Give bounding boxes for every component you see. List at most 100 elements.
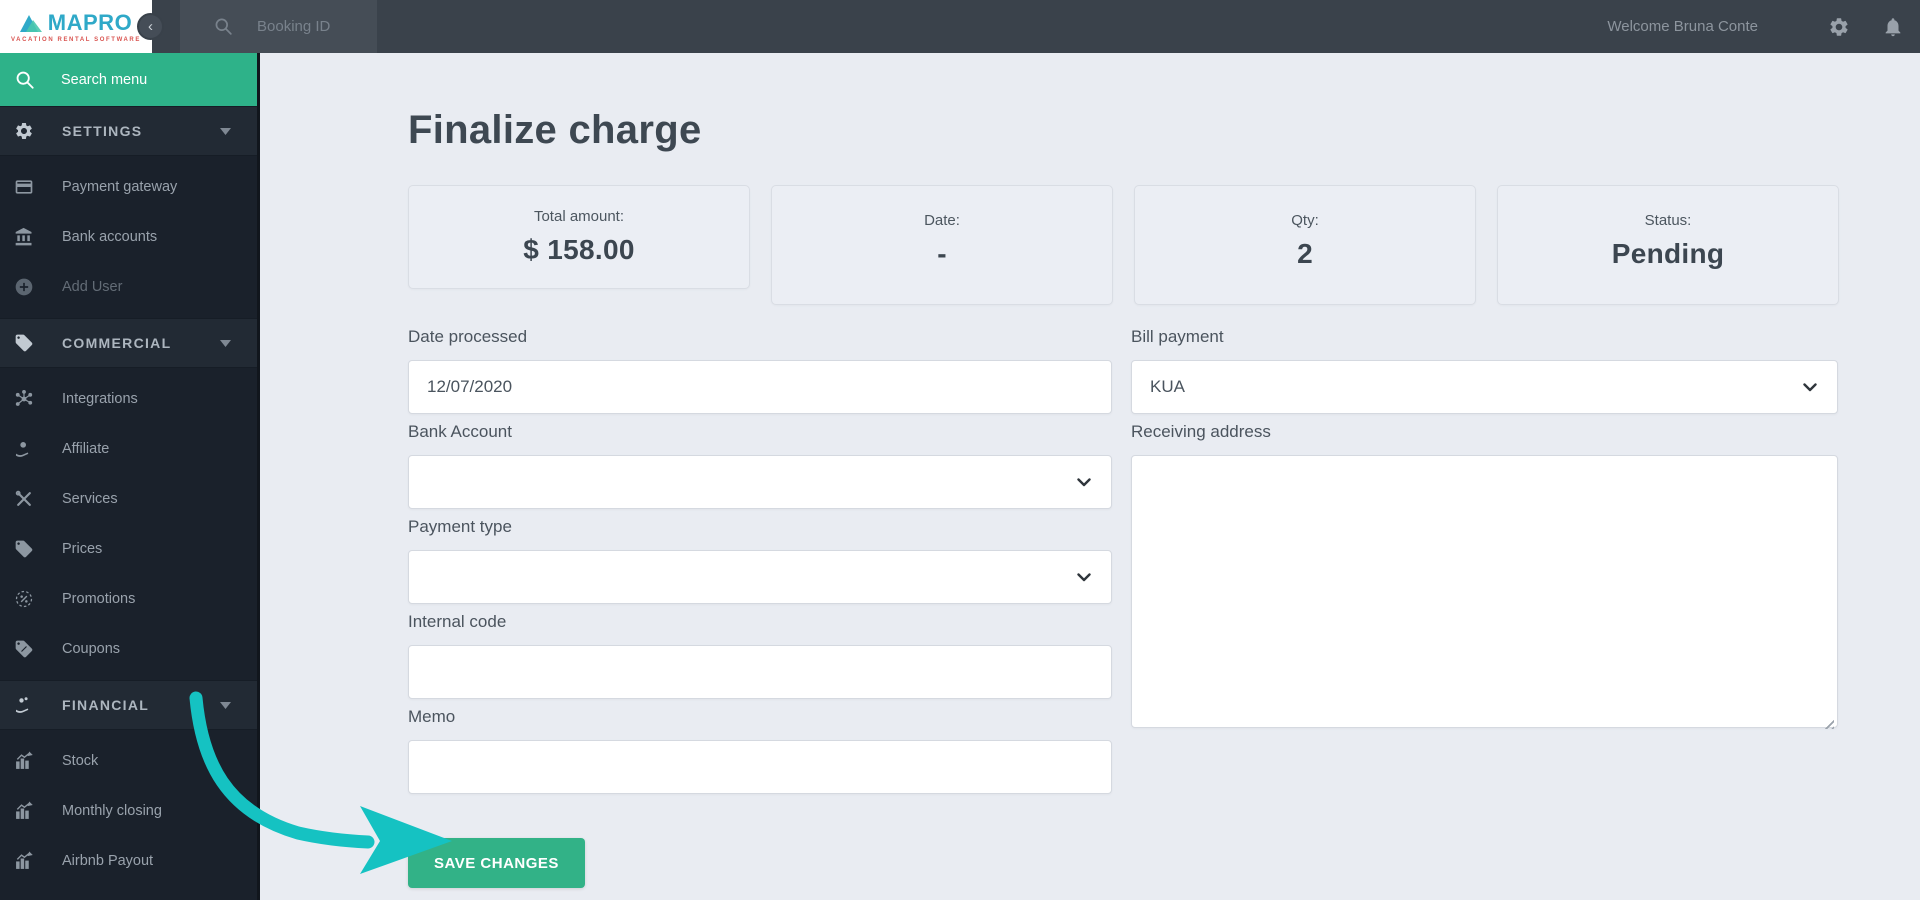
hand-coins-icon <box>14 695 34 715</box>
sidebar-item-search-menu[interactable]: Search menu <box>0 53 257 106</box>
sidebar-item-label: Search menu <box>61 71 148 88</box>
logo-brand-text: MAPRO <box>47 10 133 35</box>
booking-id-search-input[interactable] <box>257 18 377 35</box>
sidebar-item-promotions[interactable]: Promotions <box>0 574 257 624</box>
credit-card-icon <box>14 177 34 197</box>
payment-type-label: Payment type <box>408 517 512 536</box>
sidebar-item-label: Payment gateway <box>62 179 178 195</box>
bell-icon <box>1885 17 1901 36</box>
sidebar-item-stock[interactable]: Stock <box>0 736 257 786</box>
bank-account-select[interactable] <box>408 455 1112 509</box>
card-label: Total amount: <box>533 208 625 225</box>
bill-payment-label: Bill payment <box>1131 327 1224 346</box>
card-label: Qty: <box>1291 212 1319 229</box>
bank-icon <box>14 227 34 247</box>
card-date: Date: - <box>771 185 1113 305</box>
finalize-charge-form: Date processed Bank Account Payment type <box>408 327 1920 888</box>
sidebar-section-label: COMMERCIAL <box>62 335 172 351</box>
sidebar-item-label: Promotions <box>62 591 136 607</box>
sidebar-section-settings[interactable]: SETTINGS <box>0 106 257 156</box>
date-processed-label: Date processed <box>408 327 528 346</box>
booking-search-box[interactable] <box>180 0 377 53</box>
bill-payment-value: KUA <box>1150 377 1185 396</box>
coupon-tag-icon <box>14 639 34 659</box>
tag-icon <box>14 539 34 559</box>
status-badge: Pending <box>1611 238 1725 269</box>
notifications-button[interactable] <box>1882 16 1904 38</box>
sidebar-item-add-user[interactable]: Add User <box>0 262 257 312</box>
sidebar-collapse-button[interactable]: ‹ <box>137 13 164 40</box>
sidebar-item-monthly-closing[interactable]: Monthly closing <box>0 786 257 836</box>
gear-icon <box>14 121 34 141</box>
sidebar: Search menu SETTINGS Payment gateway Ban… <box>0 53 260 900</box>
sidebar-section-financial[interactable]: FINANCIAL <box>0 680 257 730</box>
sidebar-item-services[interactable]: Services <box>0 474 257 524</box>
card-label: Status: <box>1644 212 1692 229</box>
save-changes-button[interactable]: SAVE CHANGES <box>408 838 585 888</box>
card-qty: Qty: 2 <box>1134 185 1476 305</box>
chevron-down-icon <box>220 701 231 709</box>
sidebar-item-label: Monthly closing <box>62 803 162 819</box>
sidebar-item-prices[interactable]: Prices <box>0 524 257 574</box>
card-label: Date: <box>924 212 960 229</box>
bill-payment-select[interactable]: KUA <box>1131 360 1838 414</box>
sidebar-item-integrations[interactable]: Integrations <box>0 374 257 424</box>
internal-code-label: Internal code <box>408 612 507 631</box>
memo-input[interactable] <box>408 740 1112 794</box>
sidebar-item-label: Add User <box>62 279 123 295</box>
welcome-user-text: Welcome Bruna Conte <box>1607 18 1758 35</box>
sidebar-section-commercial[interactable]: COMMERCIAL <box>0 318 257 368</box>
bank-account-label: Bank Account <box>408 422 512 441</box>
chevron-down-icon <box>1077 477 1091 487</box>
sidebar-item-label: Stock <box>62 753 99 769</box>
network-icon <box>14 389 34 409</box>
sidebar-item-label: Airbnb Payout <box>62 853 154 869</box>
bar-chart-icon <box>14 851 34 871</box>
sidebar-item-label: Bank accounts <box>62 229 158 245</box>
sidebar-item-partial[interactable] <box>0 886 257 900</box>
plus-circle-icon <box>14 277 34 297</box>
chevron-down-icon <box>1077 572 1091 582</box>
sidebar-item-bank-accounts[interactable]: Bank accounts <box>0 212 257 262</box>
sidebar-item-label: Affiliate <box>62 441 110 457</box>
date-processed-input[interactable] <box>408 360 1112 414</box>
sidebar-item-payment-gateway[interactable]: Payment gateway <box>0 162 257 212</box>
search-icon <box>215 18 232 35</box>
internal-code-input[interactable] <box>408 645 1112 699</box>
receiving-address-textarea[interactable] <box>1131 455 1838 728</box>
page-title: Finalize charge <box>408 108 702 152</box>
summary-cards: Total amount: $ 158.00 Date: - Qty: 2 St… <box>408 185 1842 305</box>
sidebar-item-label: Integrations <box>62 391 138 407</box>
sidebar-item-affiliate[interactable]: Affiliate <box>0 424 257 474</box>
chevron-down-icon <box>1803 382 1817 392</box>
bar-chart-icon <box>14 751 34 771</box>
logo-tagline: VACATION RENTAL SOFTWARE <box>11 37 141 43</box>
sidebar-item-coupons[interactable]: Coupons <box>0 624 257 674</box>
sidebar-item-label: Prices <box>62 541 103 557</box>
sidebar-item-airbnb-payout[interactable]: Airbnb Payout <box>0 836 257 886</box>
settings-gear-button[interactable] <box>1828 16 1850 38</box>
tag-icon <box>14 333 34 353</box>
card-value: 2 <box>1297 238 1313 269</box>
memo-label: Memo <box>408 707 456 726</box>
hand-coin-icon <box>14 439 34 459</box>
chevron-down-icon <box>220 339 231 347</box>
bar-chart-icon <box>14 801 34 821</box>
tools-icon <box>14 489 34 509</box>
sidebar-item-label: Coupons <box>62 641 121 657</box>
card-value: $ 158.00 <box>523 234 635 265</box>
search-icon <box>15 70 35 90</box>
topbar: MAPRO VACATION RENTAL SOFTWARE ‹ Welcome… <box>0 0 1920 53</box>
payment-type-select[interactable] <box>408 550 1112 604</box>
card-value: - <box>937 238 947 269</box>
percent-icon <box>14 589 34 609</box>
main-content: Finalize charge Total amount: $ 158.00 D… <box>263 53 1920 900</box>
chevron-down-icon <box>220 127 231 135</box>
mountain-logo-icon <box>19 14 42 32</box>
sidebar-section-label: FINANCIAL <box>62 697 150 713</box>
chevron-left-icon: ‹ <box>148 18 153 35</box>
sidebar-section-label: SETTINGS <box>62 123 143 139</box>
card-status: Status: Pending <box>1497 185 1839 305</box>
gear-icon <box>1830 17 1848 36</box>
mapro-logo: MAPRO VACATION RENTAL SOFTWARE <box>0 0 152 53</box>
